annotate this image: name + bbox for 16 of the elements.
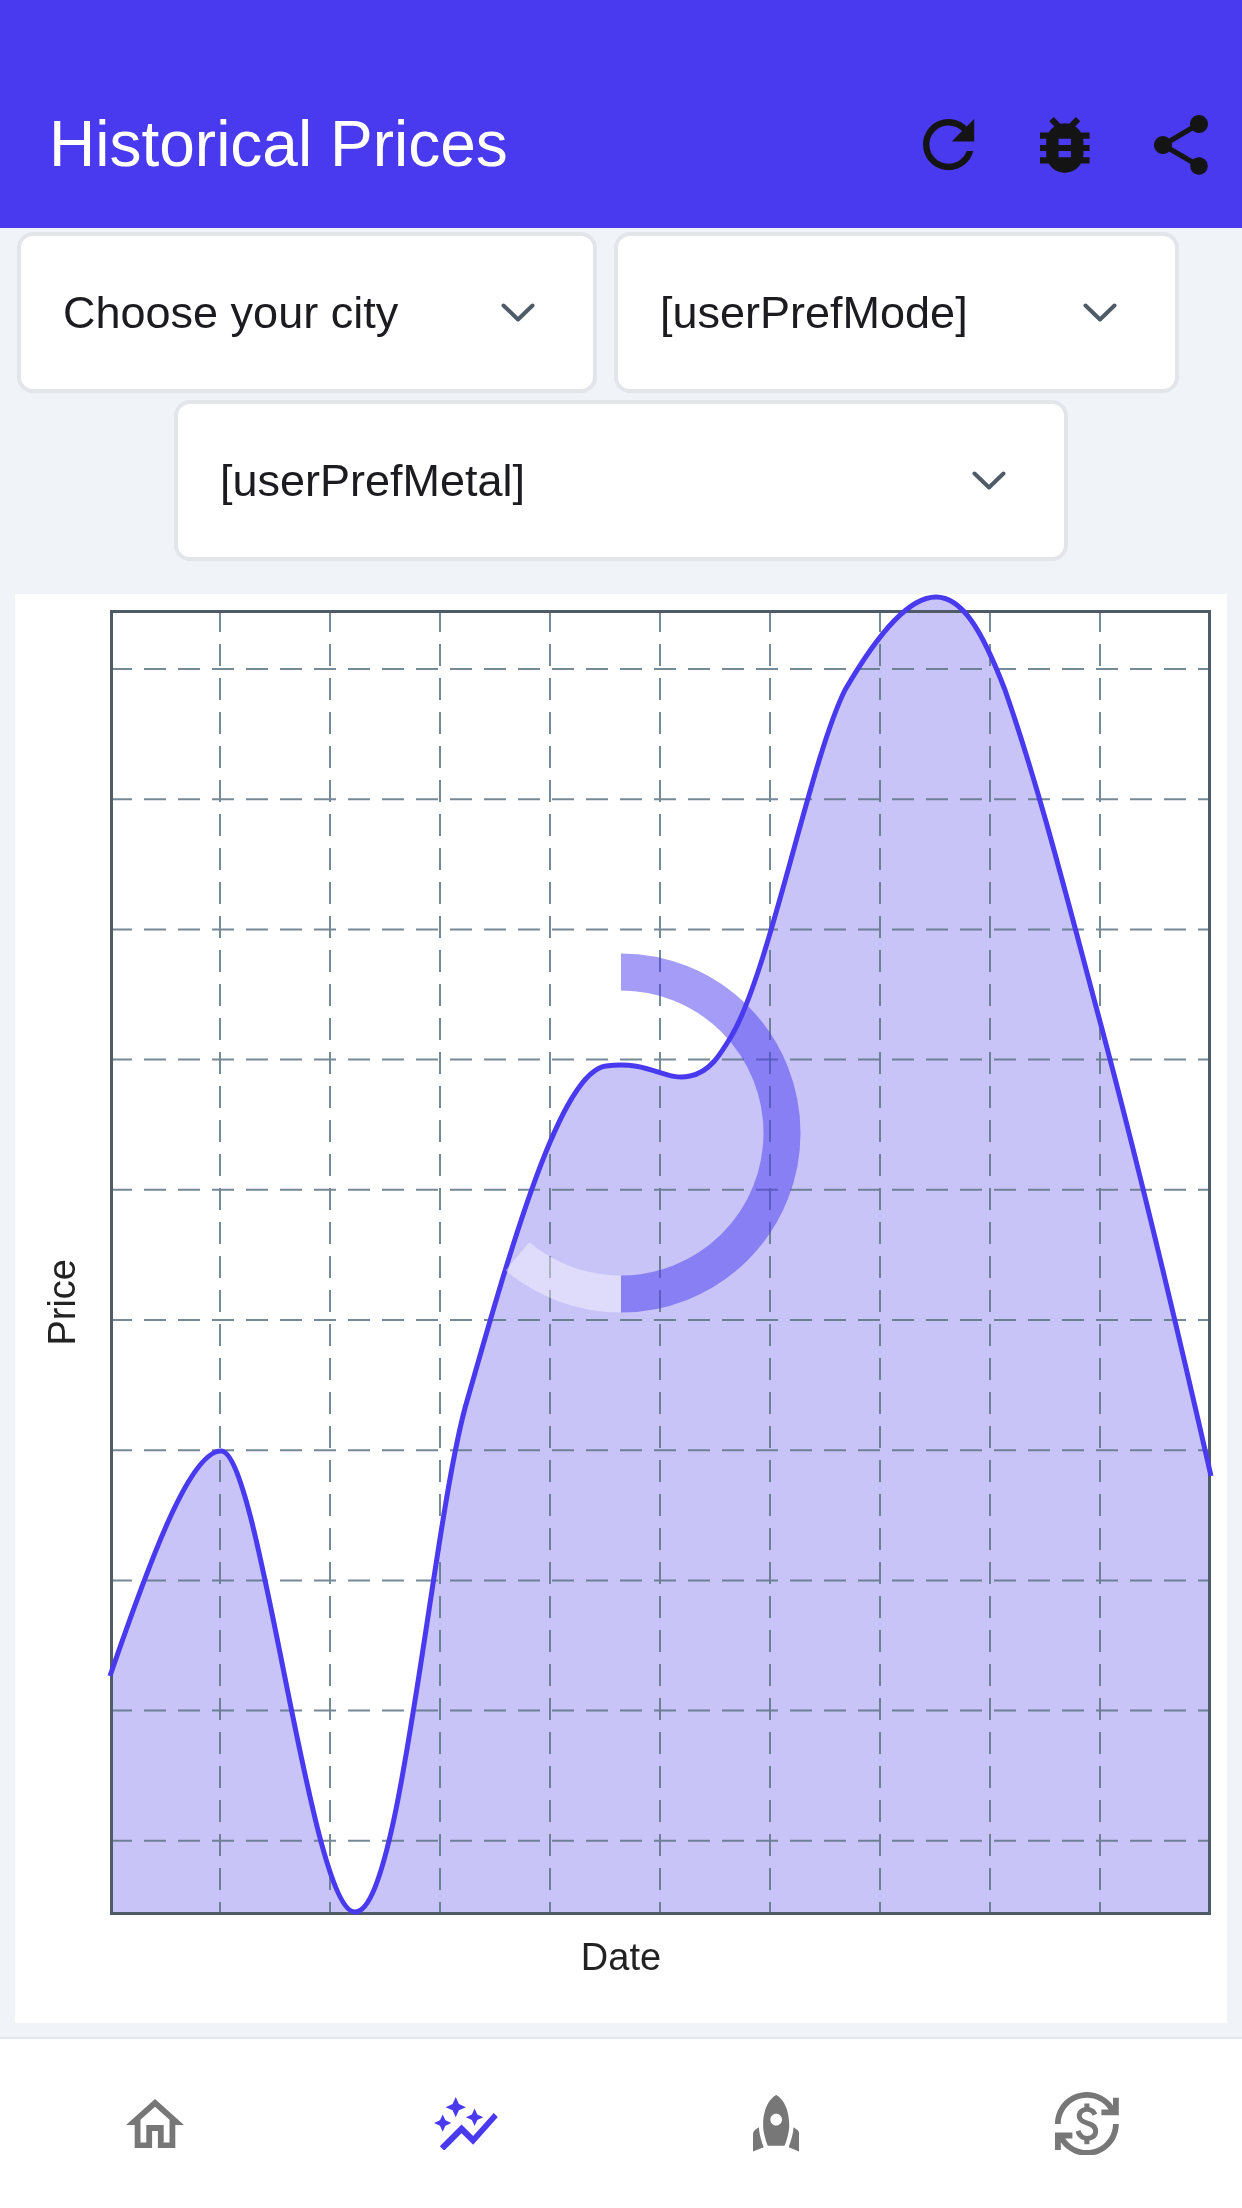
dropdown-select[interactable]: [userPrefMode] bbox=[614, 232, 1179, 393]
dropdown-select[interactable]: Choose your city bbox=[17, 232, 597, 393]
chevron-down-icon bbox=[1083, 303, 1117, 322]
sparkle-trend-icon bbox=[433, 2096, 498, 2151]
bug-icon bbox=[1040, 117, 1090, 173]
dropdown-select[interactable]: [userPrefMetal] bbox=[174, 400, 1068, 561]
y-axis-label: Price bbox=[40, 1259, 84, 1346]
refresh-icon bbox=[923, 119, 975, 171]
chevron-down-icon bbox=[972, 471, 1006, 490]
rocket-icon bbox=[753, 2095, 800, 2152]
share-icon bbox=[1154, 115, 1208, 175]
chevron-down-icon bbox=[501, 303, 535, 322]
dollar-cycle-icon bbox=[1054, 2091, 1119, 2156]
screen-title: Historical Prices bbox=[49, 108, 508, 182]
x-axis-label: Date bbox=[580, 1935, 662, 1979]
home-icon bbox=[126, 2098, 185, 2149]
